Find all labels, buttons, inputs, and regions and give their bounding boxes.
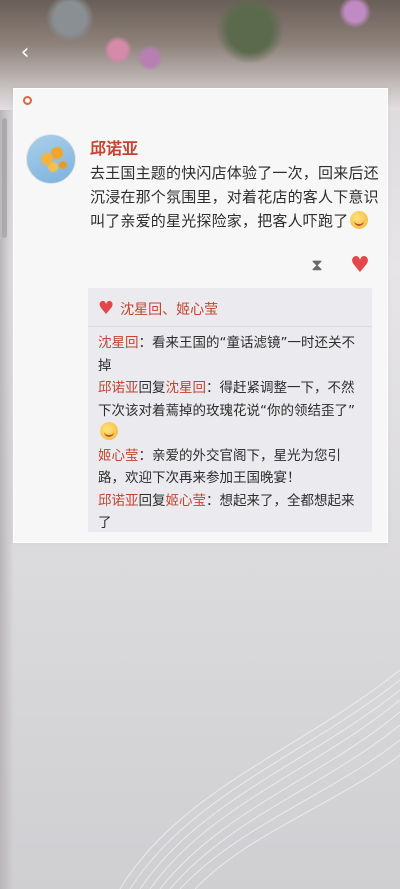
comment-author[interactable]: 沈星回 xyxy=(98,335,139,351)
comment-author[interactable]: 邱诺亚 xyxy=(98,380,139,396)
comment-author[interactable]: 邱诺亚 xyxy=(98,493,139,509)
brand-logo-icon xyxy=(23,95,32,105)
comment-item[interactable]: 沈星回：看来王国的“童话滤镜”一时还关不掉 xyxy=(98,332,364,377)
likers-names[interactable]: 沈星回、姬心莹 xyxy=(120,299,218,319)
divider xyxy=(88,326,372,327)
comment-item[interactable]: 邱诺亚回复姬心莹：想起来了，全都想起来了 xyxy=(98,490,364,535)
emoji-icon xyxy=(350,211,369,229)
moment-card: 邱诺亚 去王国主题的快闪店体验了一次，回来后还沉浸在那个氛围里，对着花店的客人下… xyxy=(13,88,388,543)
avatar[interactable] xyxy=(26,134,76,184)
emoji-icon xyxy=(100,422,118,440)
scroll-indicator[interactable] xyxy=(2,118,7,238)
heart-icon[interactable]: ♥ xyxy=(348,255,372,277)
post-text-content: 去王国主题的快闪店体验了一次，回来后还沉浸在那个氛围里，对着花店的客人下意识叫了… xyxy=(90,164,379,230)
comment-list: 沈星回：看来王国的“童话滤镜”一时还关不掉 邱诺亚回复沈星回：得赶紧调整一下，不… xyxy=(98,332,364,535)
comment-item[interactable]: 邱诺亚回复沈星回：得赶紧调整一下，不然下次该对着蔫掉的玫瑰花说“你的领结歪了” xyxy=(98,377,364,445)
back-button[interactable]: ‹ xyxy=(10,38,40,68)
author-name[interactable]: 邱诺亚 xyxy=(90,135,138,159)
comment-item[interactable]: 姬心莹：亲爱的外交官阁下，星光为您引路，欢迎下次再来参加王国晚宴！ xyxy=(98,445,364,490)
comment-box: ♥ 沈星回、姬心莹 沈星回：看来王国的“童话滤镜”一时还关不掉 邱诺亚回复沈星回… xyxy=(88,288,372,532)
brand-logo xyxy=(23,93,32,107)
chevron-left-icon: ‹ xyxy=(20,40,30,65)
hourglass-icon[interactable]: ⧗ xyxy=(310,256,324,274)
decorative-wave xyxy=(119,669,400,889)
comment-reply-to[interactable]: 沈星回 xyxy=(166,380,207,396)
post-text: 去王国主题的快闪店体验了一次，回来后还沉浸在那个氛围里，对着花店的客人下意识叫了… xyxy=(90,161,382,233)
likers-row: ♥ 沈星回、姬心莹 xyxy=(98,298,218,320)
comment-reply-to[interactable]: 姬心莹 xyxy=(166,493,207,509)
reply-word: 回复 xyxy=(138,380,166,396)
heart-icon: ♥ xyxy=(98,298,115,319)
divider xyxy=(30,543,385,544)
reply-word: 回复 xyxy=(138,492,166,509)
comment-author[interactable]: 姬心莹 xyxy=(98,448,139,464)
